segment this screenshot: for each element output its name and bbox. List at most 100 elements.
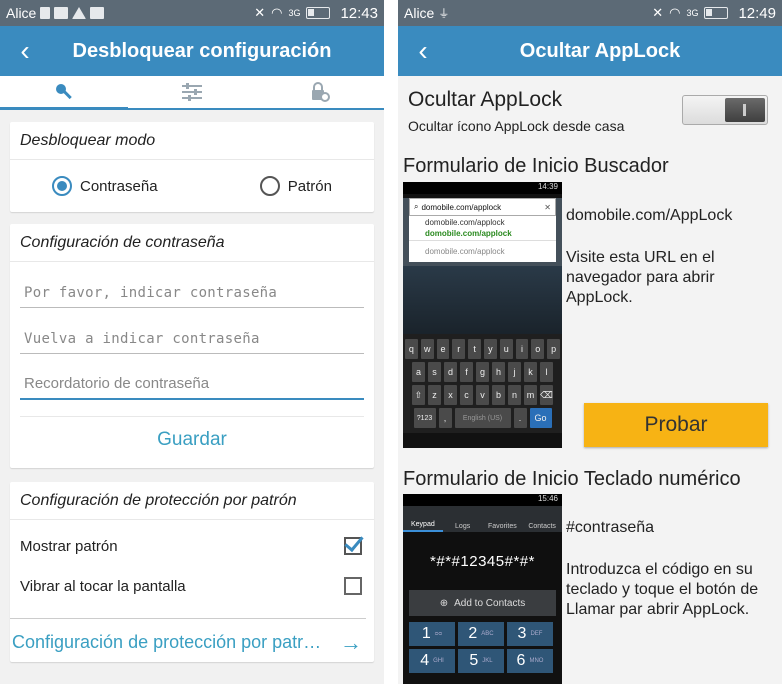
shot-dial-key: 5 JKL	[458, 649, 504, 673]
toggle-knob	[725, 98, 765, 122]
tab-bar	[0, 76, 384, 110]
shot-dial-key: 1 ᴑᴑ	[409, 622, 455, 646]
radio-password-label: Contraseña	[80, 177, 158, 195]
page-title: Ocultar AppLock	[519, 39, 681, 62]
shot-key: j	[508, 362, 521, 382]
shot-key: h	[492, 362, 505, 382]
pattern-config-card: Configuración de protección por patrón M…	[10, 482, 374, 662]
back-button[interactable]: ‹	[0, 35, 50, 67]
shot-add-contacts: ⊕ Add to Contacts	[409, 590, 556, 616]
hide-applock-toggle[interactable]	[682, 95, 768, 125]
shot-dial-digit: 6	[516, 652, 526, 669]
battery-icon	[704, 7, 729, 19]
tab-settings[interactable]	[128, 76, 256, 108]
shot-tab: Keypad	[403, 506, 443, 532]
hide-applock-subtitle: Ocultar ícono AppLock desde casa	[408, 118, 625, 134]
tab-lock[interactable]	[256, 76, 384, 108]
browser-desc: Visite esta URL en el navegador para abr…	[566, 249, 715, 306]
clock: 12:49	[738, 4, 776, 22]
confirm-password-input[interactable]: Vuelva a indicar contraseña	[20, 308, 364, 354]
show-pattern-row[interactable]: Mostrar patrón	[10, 526, 374, 566]
shot-status-bar: 15:46	[403, 494, 562, 506]
search-icon: ⌕	[414, 202, 419, 211]
pattern-config-link[interactable]: Configuración de protección por patr… →	[10, 618, 366, 666]
save-button[interactable]: Guardar	[20, 416, 364, 462]
bag-icon	[90, 7, 105, 19]
shot-dial-letters: ABC	[481, 631, 494, 637]
status-bar: Alice ⏚ ✕ ◠ 3G 12:49	[398, 0, 782, 26]
show-pattern-checkbox[interactable]	[344, 537, 362, 555]
shot-key: w	[420, 339, 434, 359]
shot-suggestion: domobile.com/applock	[425, 218, 505, 227]
page-title: Desbloquear configuración	[72, 39, 332, 62]
radio-pattern-label: Patrón	[287, 177, 332, 195]
carrier-name: Alice	[6, 5, 37, 21]
back-button[interactable]: ‹	[398, 35, 448, 67]
right-screen: Alice ⏚ ✕ ◠ 3G 12:49 ‹ Ocultar AppLock O…	[398, 0, 782, 684]
mute-icon: ✕	[652, 5, 664, 20]
tab-underline	[128, 108, 384, 110]
shot-dial-digit: 4	[420, 652, 430, 669]
shot-key: ,	[438, 408, 452, 428]
radio-pattern[interactable]: Patrón	[259, 176, 332, 196]
pattern-config-link-label: Configuración de protección por patr…	[12, 632, 322, 652]
shot-dialer-tabs: Keypad Logs Favorites Contacts	[403, 506, 562, 532]
network-type: 3G	[686, 8, 699, 18]
shot-key: f	[460, 362, 473, 382]
shot-key: p	[547, 339, 560, 359]
dialer-desc: Introduzca el código en su teclado y toq…	[566, 561, 759, 618]
warning-icon	[72, 7, 87, 19]
shot-dial-letters: ᴑᴑ	[434, 631, 443, 637]
shot-dial-letters: MNO	[529, 658, 544, 664]
shot-dial-key: 6 MNO	[507, 649, 553, 673]
left-screen: Alice ✕ ◠ 3G 12:43 ‹ Desbloquear configu…	[0, 0, 384, 684]
shot-home-screen	[403, 266, 562, 334]
shot-status-bar: 14:39	[403, 182, 562, 194]
shot-dial-key: 2 ABC	[458, 622, 504, 646]
shot-keyboard: qwertyuiop asdfghjkl ⇧ z x c v b n m ⌫ ?123 , En…	[403, 334, 562, 433]
radio-password[interactable]: Contraseña	[52, 176, 158, 196]
tab-password[interactable]	[0, 76, 128, 110]
shot-url-bar: ⌕ domobile.com/applock ✕	[409, 198, 556, 216]
radio-unchecked-icon	[259, 176, 280, 196]
mute-icon: ✕	[254, 5, 266, 20]
shot-key: t	[468, 339, 481, 359]
add-icon: ⊕	[439, 597, 449, 609]
shot-key: ⇧	[412, 385, 425, 405]
shot-key: v	[476, 385, 489, 405]
shot-suggestions: domobile.com/applock domobile.com/apploc…	[409, 216, 556, 262]
shot-suggestion: domobile.com/applock	[409, 240, 556, 262]
shield-icon	[40, 7, 51, 19]
shot-key: l	[540, 362, 553, 382]
shot-keypad: 1 ᴑᴑ 2 ABC 3 DEF 4 GHI 5 JKL 6 MNO	[403, 616, 562, 673]
sliders-icon	[182, 83, 202, 101]
shot-key: a	[412, 362, 425, 382]
usb-icon: ⏚	[438, 8, 450, 20]
unlock-mode-card: Desbloquear modo Contraseña Patrón	[10, 122, 374, 212]
shot-dial-digit: 2	[468, 625, 478, 642]
vibrate-row[interactable]: Vibrar al tocar la pantalla	[10, 566, 374, 606]
lock-gear-icon	[312, 82, 330, 102]
shot-key: g	[476, 362, 489, 382]
shot-tab: Logs	[455, 523, 471, 530]
password-config-card: Configuración de contraseña Por favor, i…	[10, 224, 374, 468]
password-input[interactable]: Por favor, indicar contraseña	[20, 262, 364, 308]
browser-url: domobile.com/AppLock	[566, 207, 733, 224]
pattern-config-title: Configuración de protección por patrón	[10, 482, 374, 520]
wifi-icon: ◠	[669, 5, 681, 20]
vibrate-checkbox[interactable]	[344, 577, 362, 595]
shot-key: s	[428, 362, 441, 382]
password-reminder-input[interactable]: Recordatorio de contraseña	[20, 354, 364, 400]
shot-dial-key: 3 DEF	[507, 622, 553, 646]
browser-section-title: Formulario de Inicio Buscador	[403, 155, 669, 177]
shot-dialed-number: *#*#12345#*#*	[403, 532, 562, 590]
shot-key: m	[524, 385, 537, 405]
shot-key: z	[428, 385, 441, 405]
shot-key: u	[499, 339, 513, 359]
status-bar: Alice ✕ ◠ 3G 12:43	[0, 0, 384, 26]
shot-key-go: Go	[529, 408, 552, 428]
password-config-title: Configuración de contraseña	[10, 224, 374, 262]
shot-dial-digit: 5	[469, 652, 479, 669]
try-button[interactable]: Probar	[584, 403, 768, 447]
wifi-icon: ◠	[271, 5, 283, 20]
